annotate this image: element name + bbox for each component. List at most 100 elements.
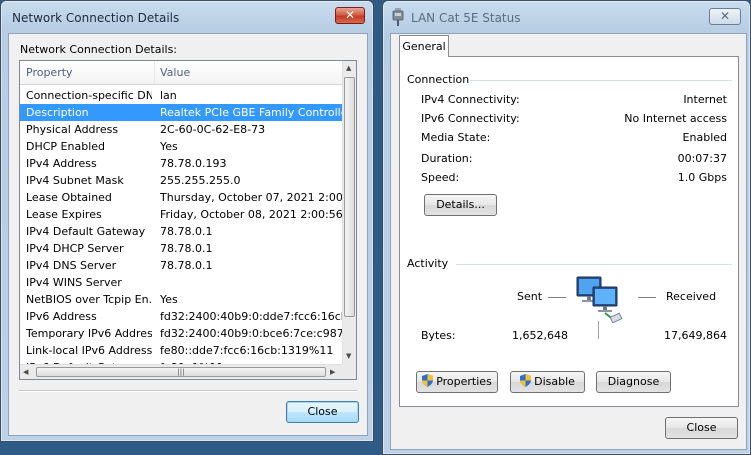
listview-header: Property Value: [20, 61, 342, 85]
row-property: IPv4 DNS Server: [26, 259, 117, 272]
table-row[interactable]: Lease Obtained Thursday, October 07, 2021…: [20, 189, 342, 206]
row-property: IPv4 Subnet Mask: [26, 174, 124, 187]
bytes-label: Bytes:: [421, 329, 456, 342]
disable-button[interactable]: Disable: [510, 371, 585, 393]
row-value: 78.78.0.193: [160, 157, 227, 170]
tab-general[interactable]: General: [399, 35, 449, 57]
right-window-client: General Connection IPv4 Connectivity: In…: [390, 33, 747, 450]
table-row[interactable]: Connection-specific DN... lan: [20, 87, 342, 104]
table-row[interactable]: IPv4 DNS Server 78.78.0.1: [20, 257, 342, 274]
row-value: fe80::dde7:fcc6:16cb:1319%11: [160, 344, 334, 357]
sent-dash: [548, 297, 566, 298]
details-listview[interactable]: Property Value Connection-specific DN...…: [19, 60, 357, 380]
table-row[interactable]: NetBIOS over Tcpip En... Yes: [20, 291, 342, 308]
scroll-up-icon[interactable]: ▲: [346, 64, 351, 72]
horizontal-scroll-thumb[interactable]: |||: [36, 367, 326, 377]
ipv4-connectivity-label: IPv4 Connectivity:: [421, 93, 520, 106]
table-row[interactable]: DHCP Enabled Yes: [20, 138, 342, 155]
activity-divider: [598, 321, 599, 339]
bytes-sent-value: 1,652,648: [512, 329, 568, 342]
vertical-scroll-thumb[interactable]: [344, 77, 355, 317]
left-separator: [19, 390, 357, 392]
properties-button[interactable]: Properties: [416, 371, 498, 393]
row-property: IPv4 DHCP Server: [26, 242, 124, 255]
scroll-down-icon[interactable]: ▼: [346, 352, 351, 360]
row-value: Realtek PCIe GBE Family Controller: [160, 106, 342, 119]
scroll-corner: [342, 364, 356, 379]
duration-value: 00:07:37: [677, 152, 727, 165]
column-header-value[interactable]: Value: [160, 66, 190, 79]
connection-group-label: Connection: [407, 73, 470, 86]
row-value: 78.78.0.1: [160, 225, 213, 238]
left-window-close-icon[interactable]: ✕: [335, 7, 365, 24]
vertical-scrollbar[interactable]: ▲ ▼: [342, 61, 356, 364]
table-row[interactable]: Lease Expires Friday, October 08, 2021 2:…: [20, 206, 342, 223]
table-row[interactable]: Temporary IPv6 Address fd32:2400:40b9:0:b…: [20, 325, 342, 342]
row-value: fd32:2400:40b9:0:bce6:7ce:c987:864: [160, 327, 342, 340]
ipv4-connectivity-value: Internet: [683, 93, 727, 106]
general-tab-page: Connection IPv4 Connectivity: Internet I…: [399, 56, 739, 407]
table-row[interactable]: IPv4 WINS Server: [20, 274, 342, 291]
row-value: 2C-60-0C-62-E8-73: [160, 123, 266, 136]
row-property: Link-local IPv6 Address: [26, 344, 152, 357]
disable-button-label: Disable: [534, 375, 575, 388]
details-button[interactable]: Details...: [424, 194, 497, 216]
left-window-titlebar[interactable]: Network Connection Details ✕: [1, 1, 373, 33]
media-state-value: Enabled: [682, 131, 727, 144]
row-value: 78.78.0.1: [160, 259, 213, 272]
speed-label: Speed:: [421, 171, 460, 184]
row-property: Connection-specific DN...: [26, 89, 152, 102]
ipv6-connectivity-label: IPv6 Connectivity:: [421, 112, 520, 125]
right-window-close-icon[interactable]: ✕: [709, 8, 741, 25]
table-row[interactable]: IPv4 Subnet Mask 255.255.255.0: [20, 172, 342, 189]
details-close-button[interactable]: Close: [286, 401, 359, 423]
row-value: Yes: [160, 293, 178, 306]
row-property: Temporary IPv6 Address: [26, 327, 152, 340]
uac-shield-icon: [520, 374, 532, 387]
status-close-button[interactable]: Close: [665, 417, 738, 439]
connection-group-line: [470, 80, 732, 81]
lan-status-window: LAN Cat 5E Status ✕ General Connection I…: [382, 0, 751, 455]
right-window-title: LAN Cat 5E Status: [411, 11, 521, 25]
row-value: fd32:2400:40b9:0:dde7:fcc6:16cb:13: [160, 310, 342, 323]
row-value: Yes: [160, 140, 178, 153]
table-row[interactable]: IPv4 Default Gateway 78.78.0.1: [20, 223, 342, 240]
table-row[interactable]: IPv4 DHCP Server 78.78.0.1: [20, 240, 342, 257]
diagnose-button[interactable]: Diagnose: [596, 371, 671, 393]
activity-group-label: Activity: [407, 257, 449, 270]
horizontal-scrollbar[interactable]: ◀ ||| ▶: [20, 364, 342, 379]
right-window-titlebar[interactable]: LAN Cat 5E Status ✕: [383, 1, 750, 33]
properties-button-label: Properties: [436, 375, 492, 388]
scroll-right-icon[interactable]: ▶: [330, 368, 335, 376]
speed-value: 1.0 Gbps: [677, 171, 727, 184]
duration-label: Duration:: [421, 152, 473, 165]
column-divider[interactable]: [154, 61, 155, 84]
row-property: IPv4 Address: [26, 157, 97, 170]
table-row[interactable]: Description Realtek PCIe GBE Family Contr…: [20, 104, 342, 121]
row-value: 255.255.255.0: [160, 174, 241, 187]
row-property: Lease Obtained: [26, 191, 112, 204]
row-property: IPv4 Default Gateway: [26, 225, 146, 238]
table-row[interactable]: IPv4 Address 78.78.0.193: [20, 155, 342, 172]
scroll-left-icon[interactable]: ◀: [23, 368, 28, 376]
network-connection-details-window: Network Connection Details ✕ Network Con…: [0, 0, 374, 442]
bytes-received-value: 17,649,864: [664, 329, 727, 342]
row-property: Physical Address: [26, 123, 119, 136]
table-row[interactable]: Physical Address 2C-60-0C-62-E8-73: [20, 121, 342, 138]
table-row[interactable]: IPv6 Address fd32:2400:40b9:0:dde7:fcc6:1…: [20, 308, 342, 325]
row-property: IPv4 WINS Server: [26, 276, 122, 289]
left-window-client: Network Connection Details: Property Val…: [8, 33, 368, 436]
activity-group-line: [456, 264, 732, 265]
received-dash: [638, 297, 656, 298]
row-value: lan: [160, 89, 177, 102]
row-value: 78.78.0.1: [160, 242, 213, 255]
media-state-label: Media State:: [421, 131, 491, 144]
table-row[interactable]: Link-local IPv6 Address fe80::dde7:fcc6:1…: [20, 342, 342, 359]
row-value: Thursday, October 07, 2021 2:00:56 PM: [160, 191, 342, 204]
row-property: NetBIOS over Tcpip En...: [26, 293, 152, 306]
network-computers-icon: [576, 276, 623, 323]
row-property: Description: [26, 106, 89, 119]
column-header-property[interactable]: Property: [26, 66, 73, 79]
sent-label: Sent: [517, 290, 543, 303]
ipv6-connectivity-value: No Internet access: [624, 112, 727, 125]
